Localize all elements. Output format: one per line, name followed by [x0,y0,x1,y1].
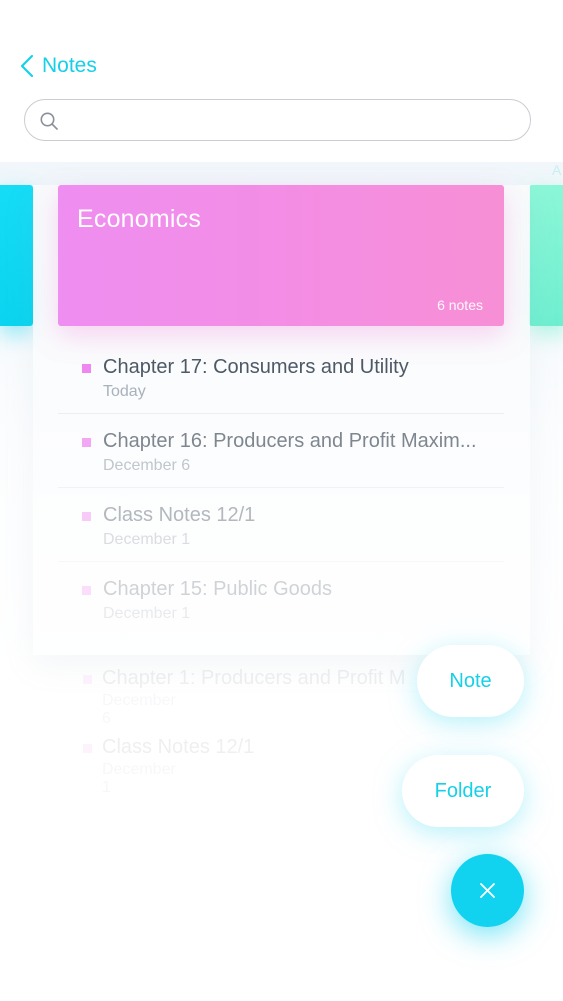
folder-card-economics[interactable]: Economics 6 notes [58,185,504,326]
note-title: Chapter 17: Consumers and Utility [103,356,409,378]
search-bar[interactable] [24,99,531,142]
note-bullet-icon [82,438,91,447]
new-note-button[interactable]: Note [417,645,524,717]
close-fab-button[interactable] [451,854,524,927]
folder-card-next[interactable] [529,185,563,326]
next-folder-peek-text: A [552,162,562,178]
note-bullet-icon [82,586,91,595]
note-title: Chapter 16: Producers and Profit Maxim..… [103,430,477,452]
search-icon [40,112,58,130]
note-title: Class Notes 12/1 [102,736,255,758]
note-date: December 6 [102,692,176,727]
folder-title: Economics [77,205,202,233]
note-item[interactable]: Class Notes 12/1 December 1 [58,488,504,562]
back-label: Notes [42,54,97,77]
note-date: December 1 [103,605,191,622]
note-date: Today [103,383,146,400]
search-input[interactable] [69,100,510,142]
note-bullet-icon [82,364,91,373]
note-list: Chapter 17: Consumers and Utility Today … [58,340,504,635]
new-folder-button[interactable]: Folder [402,755,524,827]
note-date: December 6 [103,457,191,474]
note-item[interactable]: Chapter 17: Consumers and Utility Today [58,340,504,414]
note-item[interactable]: Chapter 16: Producers and Profit Maxim..… [58,414,504,488]
note-bullet-icon [83,675,92,684]
note-title: Class Notes 12/1 [103,504,256,526]
note-date: December 1 [103,531,191,548]
note-item[interactable]: Chapter 15: Public Goods December 1 [58,562,504,635]
note-bullet-icon [83,744,92,753]
chevron-left-icon [20,54,34,78]
note-date: December 1 [102,761,176,796]
notes-screen: Notes A Economics 6 notes Chapter 17: Co… [0,0,563,1001]
note-bullet-icon [82,512,91,521]
back-button[interactable]: Notes [20,52,97,80]
note-title: Chapter 1: Producers and Profit M [102,667,406,689]
note-title: Chapter 15: Public Goods [103,578,333,600]
close-icon [480,883,495,898]
folder-card-previous[interactable] [0,185,33,326]
folder-note-count: 6 notes [437,297,483,313]
